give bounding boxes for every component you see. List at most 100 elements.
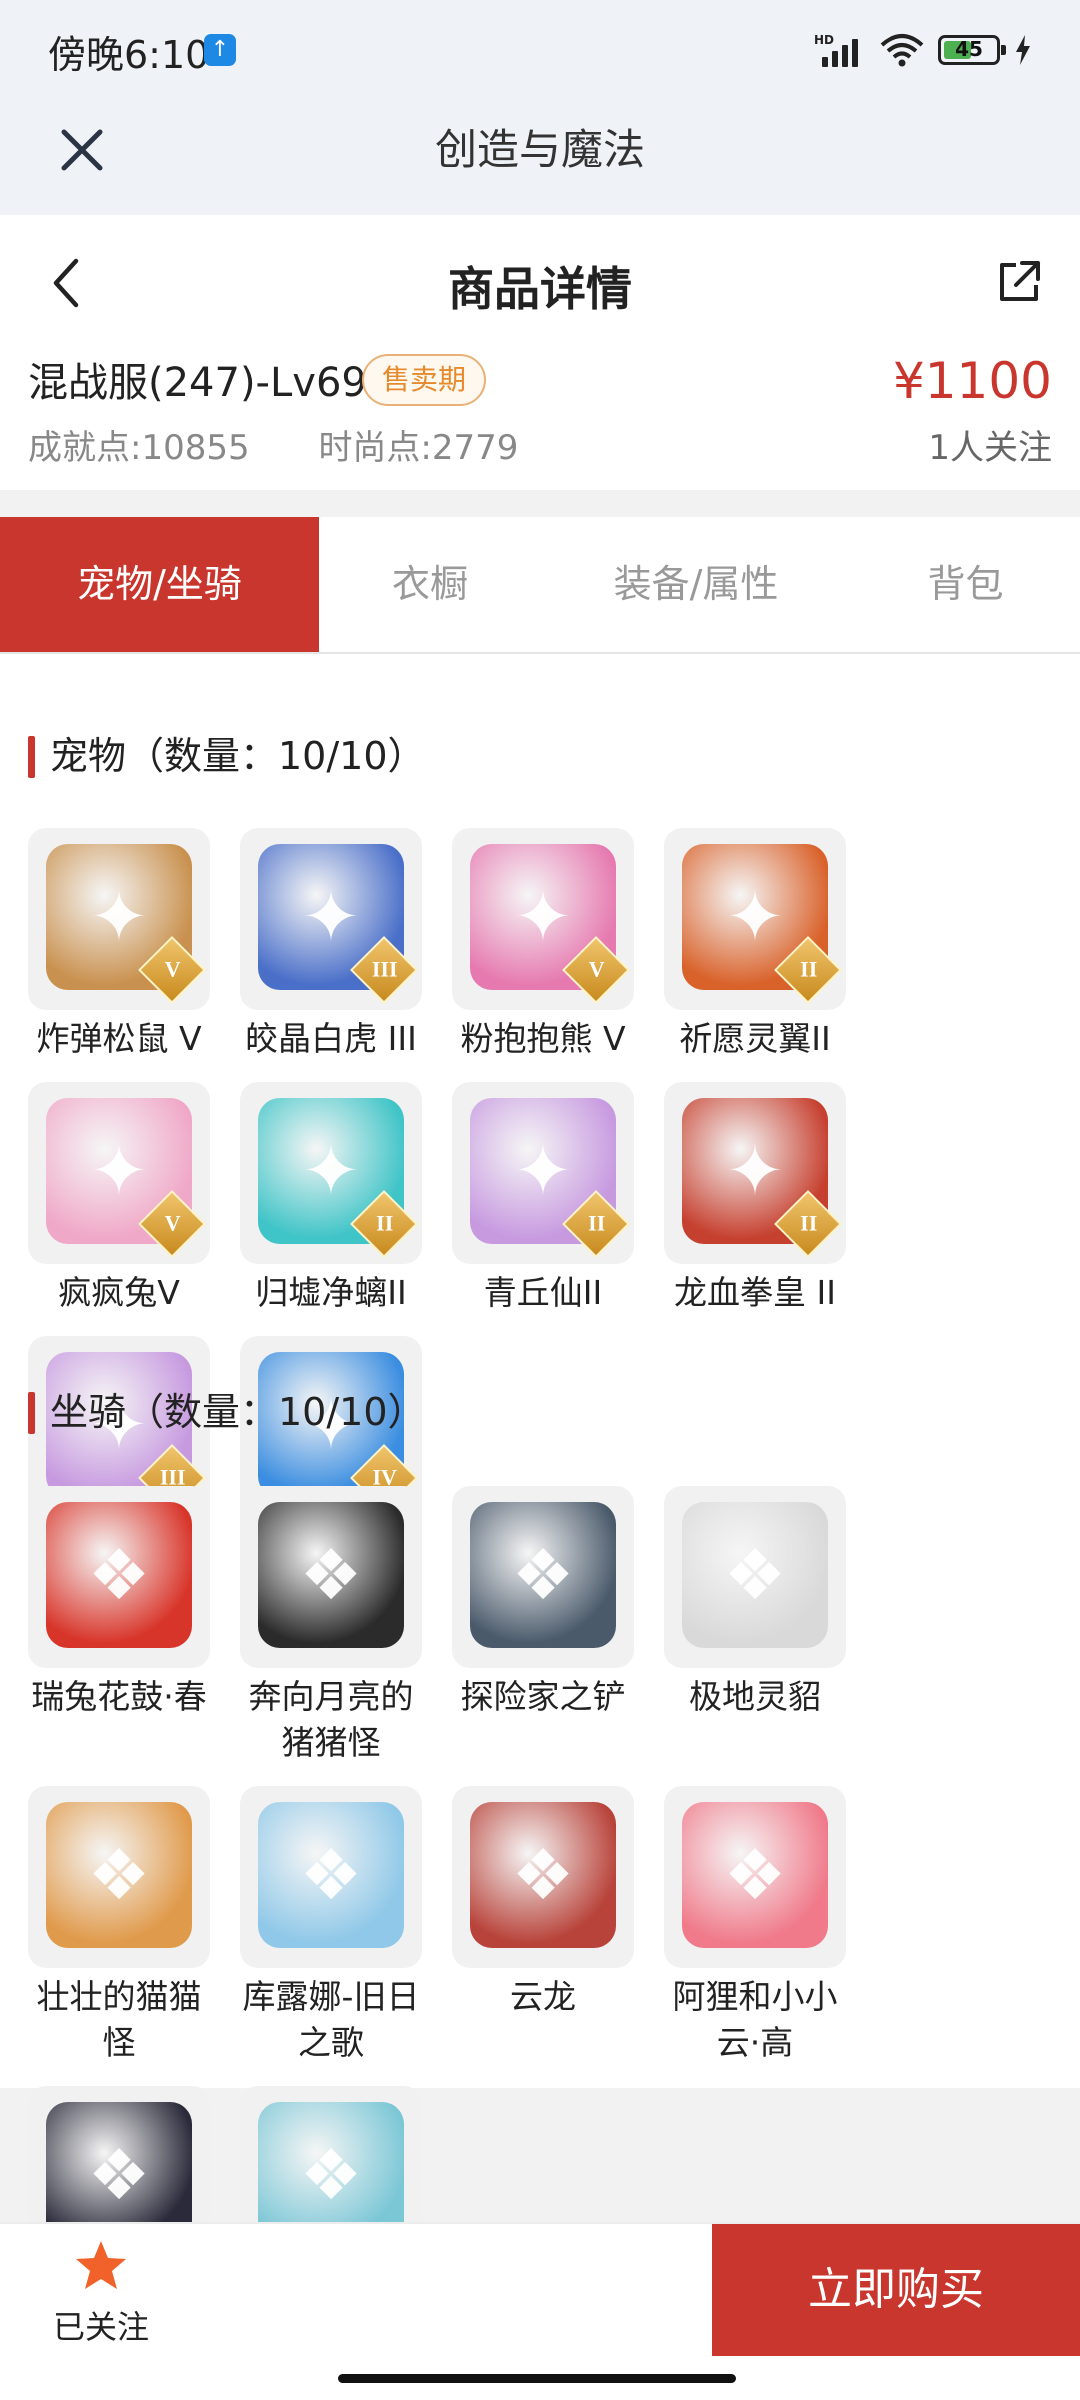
status-badge: 售卖期 <box>362 354 487 406</box>
fashion-points: 时尚点:2779 <box>318 428 519 468</box>
pet-thumbnail: ✦ III <box>240 828 422 1010</box>
mount-thumbnail: ❖ <box>240 1486 422 1668</box>
status-bar: 傍晚6:10 ↑ HD 45 <box>0 0 1080 100</box>
pet-name: 青丘仙II <box>483 1273 603 1312</box>
status-time: 傍晚6:10 <box>48 33 210 77</box>
pet-item[interactable]: ✦ V 炸弹松鼠 V <box>28 828 210 1062</box>
mount-item[interactable]: ❖ 壮壮的猫猫怪 <box>28 1786 210 2066</box>
page-title: 商品详情 <box>448 262 632 316</box>
rank-label: V <box>164 1210 181 1236</box>
mount-illustration: ❖ <box>46 1502 192 1648</box>
pet-item[interactable]: ✦ II 龙血拳皇 II <box>664 1082 846 1316</box>
rank-label: V <box>588 956 605 982</box>
star-icon <box>76 2241 126 2289</box>
rank-label: II <box>800 956 818 982</box>
charging-icon <box>1016 35 1030 65</box>
mount-item[interactable]: ❖ 库露娜-旧日之歌 <box>240 1786 422 2066</box>
pet-item[interactable]: ✦ V 疯疯兔V <box>28 1082 210 1316</box>
follow-button[interactable]: 已关注 <box>46 2238 156 2348</box>
mounts-section-title: 坐骑（数量：10/10） <box>28 1388 426 1436</box>
app-header: 创造与魔法 <box>0 100 1080 215</box>
tab-wardrobe[interactable]: 衣橱 <box>319 517 541 652</box>
pet-name: 归墟净螭II <box>255 1273 407 1312</box>
rank-label: II <box>376 1210 394 1236</box>
server-name: 混战服(247)-Lv69 <box>28 360 367 406</box>
mount-item[interactable]: ❖ 奔向月亮的猪猪怪 <box>240 1486 422 1766</box>
tab-bar: 宠物/坐骑 衣橱 装备/属性 背包 <box>0 517 1080 654</box>
pets-section-title: 宠物（数量：10/10） <box>28 732 426 780</box>
mount-name: 探险家之铲 <box>460 1677 626 1716</box>
mount-item[interactable]: ❖ 阿狸和小小云·高 <box>664 1786 846 2066</box>
mount-thumbnail: ❖ <box>664 1786 846 1968</box>
pet-name: 祈愿灵翼II <box>679 1019 831 1058</box>
pet-thumbnail: ✦ II <box>452 1082 634 1264</box>
cellular-signal-icon: HD <box>814 33 866 67</box>
mount-item[interactable]: ❖ 云龙 <box>452 1786 634 2066</box>
detail-header: 商品详情 <box>0 215 1080 350</box>
pet-item[interactable]: ✦ II 归墟净螭II <box>240 1082 422 1316</box>
rank-label: II <box>588 1210 606 1236</box>
tab-pets-mounts[interactable]: 宠物/坐骑 <box>0 517 319 652</box>
mount-thumbnail: ❖ <box>664 1486 846 1668</box>
mount-thumbnail: ❖ <box>452 1786 634 1968</box>
price: ¥1100 <box>892 352 1052 410</box>
mount-name: 库露娜-旧日之歌 <box>242 1977 420 2062</box>
mount-illustration: ❖ <box>258 1802 404 1948</box>
share-icon[interactable] <box>994 257 1044 307</box>
mount-name: 极地灵貂 <box>689 1677 821 1716</box>
pet-item[interactable]: ✦ V 粉抱抱熊 V <box>452 828 634 1062</box>
upload-notification-icon: ↑ <box>204 34 236 66</box>
tab-backpack[interactable]: 背包 <box>851 517 1080 652</box>
pet-thumbnail: ✦ V <box>452 828 634 1010</box>
pet-thumbnail: ✦ V <box>28 828 210 1010</box>
pet-item[interactable]: ✦ II 青丘仙II <box>452 1082 634 1316</box>
pet-name: 龙血拳皇 II <box>674 1273 836 1312</box>
rank-label: III <box>371 956 398 982</box>
pet-item[interactable]: ✦ II 祈愿灵翼II <box>664 828 846 1062</box>
pet-thumbnail: ✦ II <box>664 828 846 1010</box>
rank-label: II <box>800 1210 818 1236</box>
pet-name: 皎晶白虎 III <box>245 1019 417 1058</box>
buy-now-button[interactable]: 立即购买 <box>712 2224 1080 2356</box>
mount-item[interactable]: ❖ 探险家之铲 <box>452 1486 634 1766</box>
product-summary: 混战服(247)-Lv69 售卖期 ¥1100 成就点:10855 时尚点:27… <box>0 350 1080 490</box>
mount-item[interactable]: ❖ 极地灵貂 <box>664 1486 846 1766</box>
mount-name: 壮壮的猫猫怪 <box>36 1977 202 2062</box>
pet-thumbnail: ✦ II <box>240 1082 422 1264</box>
mount-illustration: ❖ <box>470 1502 616 1648</box>
mount-thumbnail: ❖ <box>28 1786 210 1968</box>
mount-illustration: ❖ <box>470 1802 616 1948</box>
pet-name: 粉抱抱熊 V <box>460 1019 626 1058</box>
mount-name: 阿狸和小小云·高 <box>672 1977 838 2062</box>
mount-thumbnail: ❖ <box>240 1786 422 1968</box>
mount-illustration: ❖ <box>46 1802 192 1948</box>
pet-name: 炸弹松鼠 V <box>36 1019 202 1058</box>
home-indicator <box>338 2374 736 2383</box>
mount-thumbnail: ❖ <box>452 1486 634 1668</box>
app-title: 创造与魔法 <box>434 125 645 174</box>
mounts-grid: ❖ 瑞兔花鼓·春 ❖ 奔向月亮的猪猪怪 ❖ 探险家之铲 ❖ 极地灵貂 ❖ 壮壮的猫猫怪 ❖ 库露娜-旧… <box>28 1486 1052 2320</box>
battery-level: 45 <box>955 37 983 61</box>
pets-grid: ✦ V 炸弹松鼠 V ✦ III 皎晶白虎 III ✦ V 粉抱抱熊 V ✦ II 祈愿灵翼II ✦ V 疯… <box>28 828 1052 1570</box>
pet-thumbnail: ✦ V <box>28 1082 210 1264</box>
wifi-icon <box>880 34 924 67</box>
pet-name: 疯疯兔V <box>58 1273 180 1312</box>
status-indicators: HD 45 <box>814 32 1032 68</box>
mount-name: 瑞兔花鼓·春 <box>31 1677 207 1716</box>
mount-name: 奔向月亮的猪猪怪 <box>248 1677 414 1762</box>
achievement-points: 成就点:10855 <box>28 428 250 468</box>
follow-label: 已关注 <box>52 2308 149 2346</box>
battery-icon: 45 <box>938 35 1006 65</box>
mount-illustration: ❖ <box>258 1502 404 1648</box>
mount-illustration: ❖ <box>682 1802 828 1948</box>
follower-count: 1人关注 <box>928 428 1052 468</box>
pet-item[interactable]: ✦ III 皎晶白虎 III <box>240 828 422 1062</box>
tab-equipment[interactable]: 装备/属性 <box>541 517 851 652</box>
rank-label: V <box>164 956 181 982</box>
account-stats: 成就点:10855 时尚点:2779 <box>28 420 518 469</box>
mount-name: 云龙 <box>510 1977 576 2016</box>
inventory-panel: 宠物（数量：10/10） ✦ V 炸弹松鼠 V ✦ III 皎晶白虎 III ✦ V 粉抱抱熊 … <box>0 654 1080 2316</box>
pet-thumbnail: ✦ II <box>664 1082 846 1264</box>
mount-thumbnail: ❖ <box>28 1486 210 1668</box>
mount-item[interactable]: ❖ 瑞兔花鼓·春 <box>28 1486 210 1766</box>
